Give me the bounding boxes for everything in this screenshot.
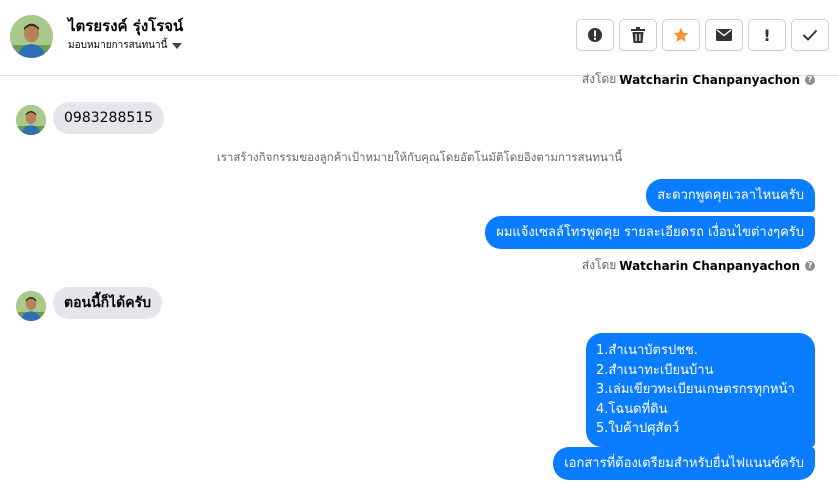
system-note: เราสร้างกิจกรรมของลูกค้าเป้าหมายให้กับคุ…: [216, 150, 623, 164]
sent-by-label: ส่งโดย Watcharin Chanpanyachon ?: [582, 256, 815, 275]
sender-avatar[interactable]: [16, 105, 46, 135]
delete-button[interactable]: [619, 19, 657, 51]
mark-important-button[interactable]: !: [748, 19, 786, 51]
outgoing-message[interactable]: สะดวกพูดคุยเวลาไหนครับ: [646, 179, 815, 212]
incoming-message-phone[interactable]: 0983288515: [53, 102, 165, 134]
checkmark-icon: [802, 29, 818, 41]
sender-avatar[interactable]: [16, 291, 46, 321]
sent-by-name[interactable]: Watcharin Chanpanyachon: [619, 259, 800, 273]
sent-by-prefix: ส่งโดย: [581, 72, 617, 86]
list-item: 4.โฉนดที่ดิน: [596, 401, 668, 417]
sent-by-prefix: ส่งโดย: [581, 258, 617, 272]
conversation-toolbar: !: [576, 19, 829, 51]
outgoing-message[interactable]: ผมแจ้งเซลล์โทรพูดคุย รายละเอียดรถ เงื่อน…: [485, 216, 815, 249]
list-item: 3.เล่มเขียวทะเบียนเกษตรกรทุกหน้า: [596, 382, 795, 397]
mark-done-button[interactable]: [791, 19, 829, 51]
outgoing-message-document-list[interactable]: 1.สำเนาบัตรปชช. 2.สำเนาทะเบียนบ้าน 3.เล่…: [586, 333, 815, 447]
incoming-message[interactable]: ตอนนี้ก็ได้ครับ: [53, 287, 163, 319]
help-icon[interactable]: ?: [805, 74, 815, 85]
mark-unread-button[interactable]: [705, 19, 743, 51]
spam-report-button[interactable]: [576, 19, 614, 51]
outgoing-message[interactable]: เอกสารที่ต้องเตรียมสำหรับยื่นไฟแนนซ์ครับ: [553, 447, 815, 480]
assign-conversation-label: มอบหมายการสนทนานี้: [68, 40, 168, 51]
conversation-header: ไตรยรงค์ รุ่งโรจน์ มอบหมายการสนทนานี้ !: [0, 0, 839, 76]
caret-down-icon: [172, 42, 183, 49]
exclamation-icon: !: [763, 25, 771, 45]
contact-avatar[interactable]: [10, 15, 53, 58]
sent-by-label: ส่งโดย Watcharin Chanpanyachon ?: [582, 70, 815, 89]
sent-by-name[interactable]: Watcharin Chanpanyachon: [619, 73, 800, 87]
list-item: 2.สำเนาทะเบียนบ้าน: [596, 362, 714, 378]
list-item: 5.ใบค้าปศุสัตว์: [596, 421, 680, 436]
envelope-icon: [716, 29, 732, 41]
alert-circle-icon: [587, 27, 603, 43]
contact-name[interactable]: ไตรยรงค์ รุ่งโรจน์: [68, 14, 183, 38]
help-icon[interactable]: ?: [805, 260, 815, 271]
list-item: 1.สำเนาบัตรปชช.: [596, 343, 698, 358]
star-icon: [673, 27, 689, 43]
trash-icon: [631, 27, 645, 43]
assign-conversation-dropdown[interactable]: มอบหมายการสนทนานี้: [68, 38, 183, 53]
star-button[interactable]: [662, 19, 700, 51]
